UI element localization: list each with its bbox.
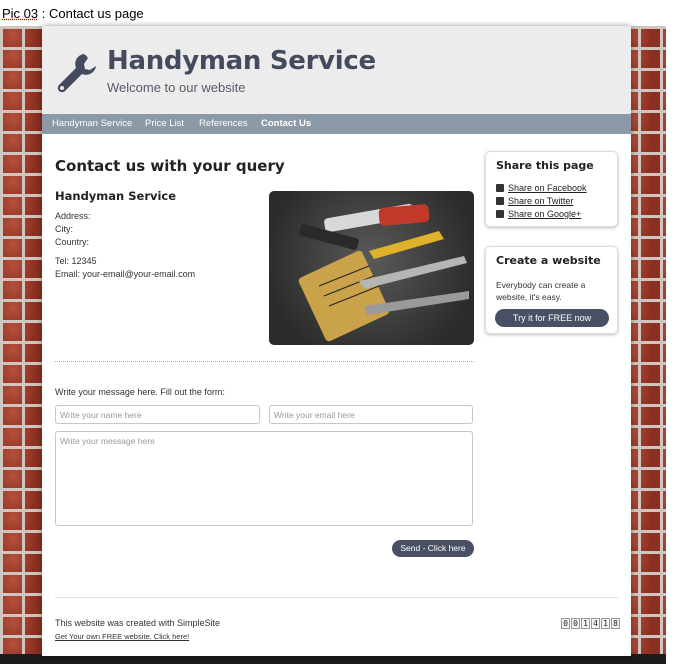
nav-item-contact-us[interactable]: Contact Us (261, 118, 311, 129)
caption-text: : Contact us page (38, 6, 144, 21)
counter-digit: 0 (561, 618, 570, 629)
tel-text: Tel: 12345 (55, 256, 97, 266)
send-button[interactable]: Send - Click here (392, 540, 474, 557)
google-plus-icon (496, 210, 504, 218)
facebook-icon (496, 184, 504, 192)
footer-divider (55, 597, 618, 598)
site-title[interactable]: Handyman Service (107, 46, 376, 76)
site-subtitle: Welcome to our website (107, 80, 246, 95)
share-twitter-label: Share on Twitter (508, 196, 574, 206)
message-textarea[interactable]: Write your message here (55, 431, 473, 526)
twitter-icon (496, 197, 504, 205)
footer-link[interactable]: Get Your own FREE website. Click here! (55, 632, 189, 641)
email-input[interactable]: Write your email here (269, 405, 473, 424)
business-name: Handyman Service (55, 189, 177, 203)
image-caption: Pic 03 : Contact us page (2, 6, 144, 21)
try-free-button[interactable]: Try it for FREE now (495, 309, 609, 327)
counter-digit: 1 (601, 618, 610, 629)
visitor-counter: 0 0 1 4 1 8 (561, 618, 620, 629)
nav-item-references[interactable]: References (199, 118, 248, 129)
form-intro: Write your message here. Fill out the fo… (55, 387, 225, 397)
share-facebook-label: Share on Facebook (508, 183, 587, 193)
country-label: Country: (55, 237, 90, 247)
nav-item-price-list[interactable]: Price List (145, 118, 184, 129)
site-header: Handyman Service Welcome to our website (42, 26, 631, 114)
share-box: Share this page Share on Facebook Share … (485, 151, 618, 227)
create-website-box: Create a website Everybody can create a … (485, 246, 618, 334)
create-text: Everybody can create a website, it's eas… (496, 280, 586, 302)
website-page: Handyman Service Welcome to our website … (42, 26, 631, 656)
create-title: Create a website (496, 254, 601, 267)
main-nav: Handyman Service Price List References C… (42, 114, 631, 134)
counter-digit: 8 (611, 618, 620, 629)
counter-digit: 0 (571, 618, 580, 629)
name-input[interactable]: Write your name here (55, 405, 260, 424)
page-heading: Contact us with your query (55, 157, 285, 175)
share-facebook-link[interactable]: Share on Facebook (496, 183, 587, 193)
tools-illustration (298, 203, 469, 342)
tools-photo (269, 191, 474, 345)
share-google-link[interactable]: Share on Google+ (496, 209, 581, 219)
email-text: Email: your-email@your-email.com (55, 269, 196, 279)
share-twitter-link[interactable]: Share on Twitter (496, 196, 573, 206)
counter-digit: 1 (581, 618, 590, 629)
caption-pic-label: Pic 03 (2, 6, 39, 21)
nav-item-handyman-service[interactable]: Handyman Service (52, 118, 132, 129)
share-title: Share this page (496, 159, 594, 172)
footer-credit: This website was created with SimpleSite (55, 618, 221, 628)
city-label: City: (55, 224, 73, 234)
address-label: Address: (55, 211, 91, 221)
share-google-label: Share on Google+ (508, 209, 582, 219)
wrench-icon (57, 54, 96, 93)
content-divider (55, 361, 474, 362)
counter-digit: 4 (591, 618, 600, 629)
